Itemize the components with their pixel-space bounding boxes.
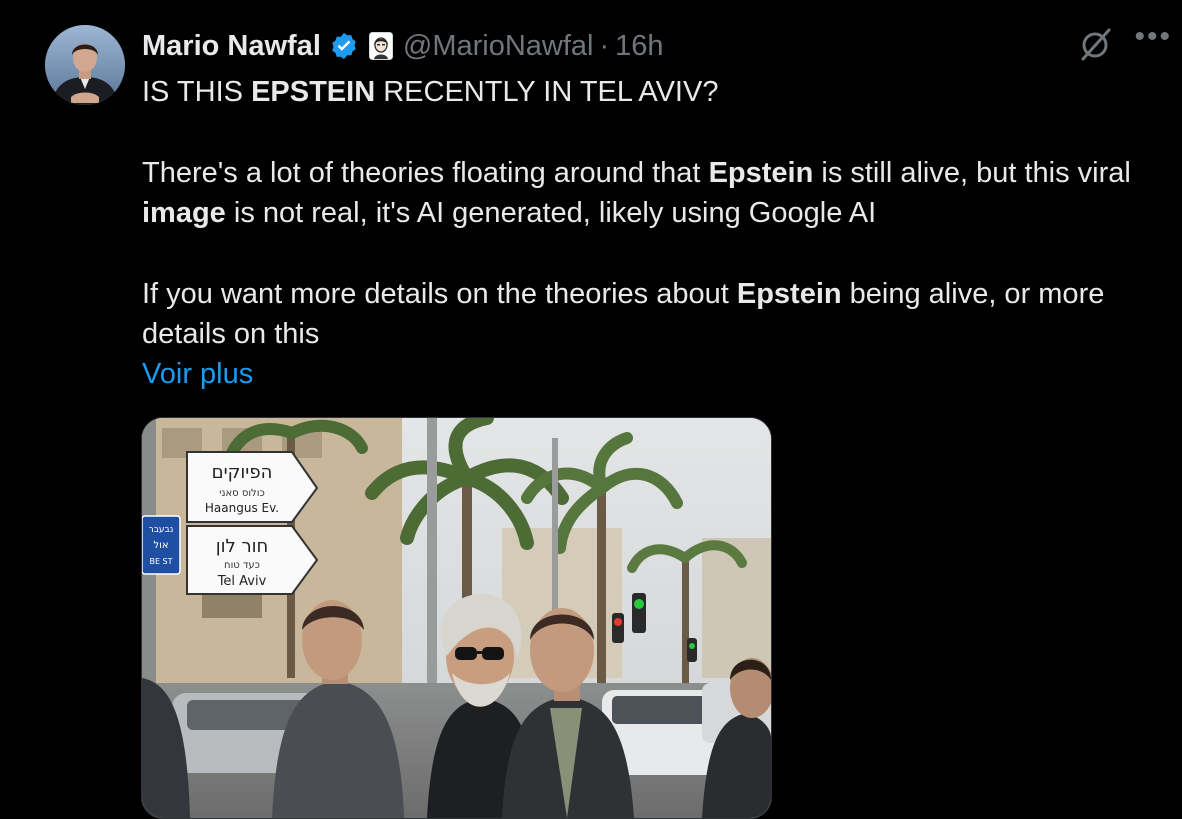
tweet-photo[interactable]: הפיוקים כולוס סאני Haangus Ev. חור לון כ… [141,417,772,819]
svg-text:Tel Aviv: Tel Aviv [217,574,267,589]
tweet-text: IS THIS EPSTEIN RECENTLY IN TEL AVIV? Th… [142,72,1172,394]
svg-text:BE ST: BE ST [149,557,172,566]
more-options-icon[interactable]: ••• [1134,22,1172,52]
tweet-paragraph-1: There's a lot of theories floating aroun… [142,157,1131,229]
svg-text:אול: אול [153,540,168,551]
svg-text:חור לון: חור לון [216,536,269,557]
grok-icon[interactable] [1076,25,1114,63]
svg-text:כולוס סאני: כולוס סאני [219,488,265,499]
show-more-link[interactable]: Voir plus [142,358,253,390]
author-name[interactable]: Mario Nawfal [142,30,321,63]
svg-text:כעד טוח: כעד טוח [224,560,260,571]
tweet-timestamp[interactable]: 16h [615,30,663,63]
header-separator: · [599,29,610,62]
tweet-actions-top: ••• [1076,22,1172,63]
tweet-title-line: IS THIS EPSTEIN RECENTLY IN TEL AVIV? [142,76,719,108]
author-handle[interactable]: @MarioNawfal [403,30,594,63]
tweet-paragraph-2: If you want more details on the theories… [142,278,1105,350]
tweet-header: Mario Nawfal @MarioNawfal · 16h [142,26,664,66]
svg-text:הפיוקים: הפיוקים [212,462,273,483]
street-sign-tel-aviv: חור לון כעד טוח Tel Aviv [186,525,319,595]
street-sign-haangus: הפיוקים כולוס סאני Haangus Ev. [186,451,319,523]
blue-street-sign: נבעבר אול BE ST [142,515,181,575]
svg-text:Haangus Ev.: Haangus Ev. [205,501,279,515]
affiliate-badge-icon[interactable] [368,32,393,60]
author-avatar[interactable] [45,25,125,105]
svg-text:נבעבר: נבעבר [149,525,174,535]
verified-badge-icon[interactable] [329,31,359,61]
